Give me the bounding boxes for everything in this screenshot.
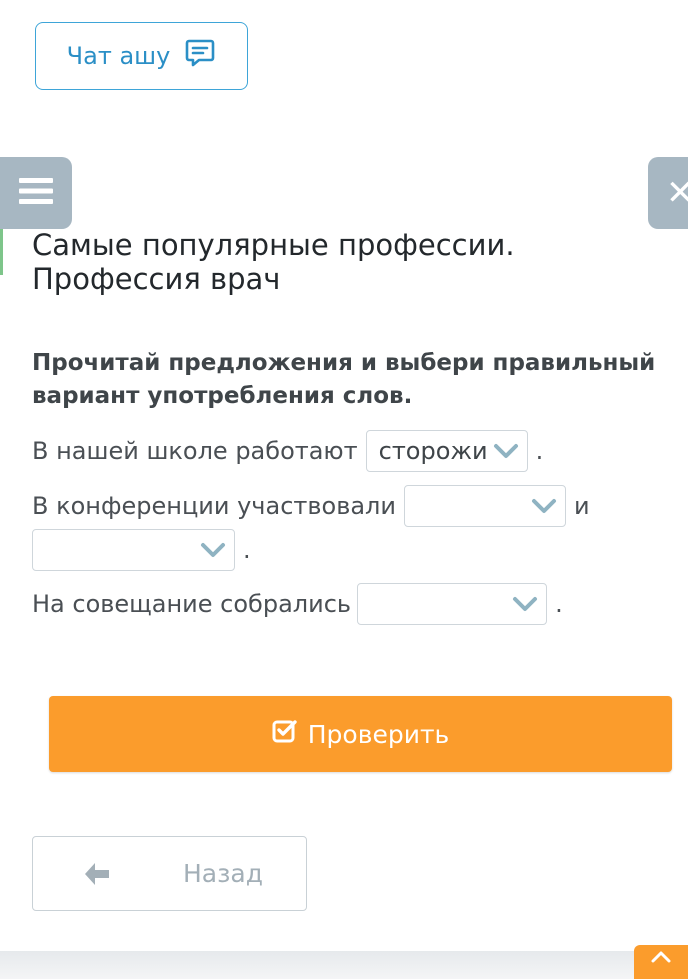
dropdown-value: сторожи (378, 437, 488, 465)
sentence-2-conjunction: и (573, 492, 590, 520)
chat-bubble-icon (184, 37, 216, 75)
close-icon: ✕ (666, 173, 688, 213)
sentence-1-text: В нашей школе работают (32, 437, 358, 465)
back-button[interactable]: Назад (32, 836, 307, 911)
side-accent-strip (0, 229, 3, 275)
chevron-down-icon (512, 590, 538, 618)
sentence-2-dropdown-1[interactable] (403, 485, 566, 527)
sentence-2-text: В конференции участвовали (32, 492, 396, 520)
chat-button-label: Чат ашу (66, 42, 171, 70)
task-instruction: Прочитай предложения и выбери правильный… (32, 350, 656, 409)
sentence-3: На совещание собрались . (32, 583, 563, 625)
chevron-down-icon (493, 437, 519, 465)
check-square-icon (272, 718, 298, 750)
scroll-to-top-button[interactable] (634, 945, 688, 979)
sentence-3-end: . (555, 590, 563, 618)
chevron-down-icon (531, 492, 557, 520)
open-chat-button[interactable]: Чат ашу (35, 22, 248, 90)
sentence-3-dropdown[interactable] (357, 583, 548, 625)
back-button-label: Назад (183, 859, 264, 888)
sentence-3-text: На совещание собрались (32, 590, 352, 618)
sentence-1: В нашей школе работают сторожи . (32, 430, 543, 472)
sentence-2-dropdown-2[interactable] (32, 529, 235, 571)
chevron-up-icon (650, 949, 672, 968)
check-button-label: Проверить (307, 719, 450, 749)
page-title: Самые популярные профессии. Профессия вр… (32, 228, 515, 296)
bottom-divider (0, 951, 688, 979)
sentence-1-dropdown[interactable]: сторожи (365, 430, 528, 472)
menu-toggle-button[interactable] (0, 157, 72, 275)
close-panel-button[interactable]: ✕ (648, 157, 688, 229)
sentence-1-end: . (535, 437, 544, 465)
hamburger-menu-icon (19, 177, 53, 209)
chevron-down-icon (200, 536, 226, 564)
check-answers-button[interactable]: Проверить (49, 696, 672, 772)
arrow-left-icon (83, 861, 111, 891)
sentence-2-end: . (243, 536, 251, 564)
sentence-2: В конференции участвовали и (32, 485, 590, 527)
sentence-2-continuation: . (32, 529, 251, 571)
